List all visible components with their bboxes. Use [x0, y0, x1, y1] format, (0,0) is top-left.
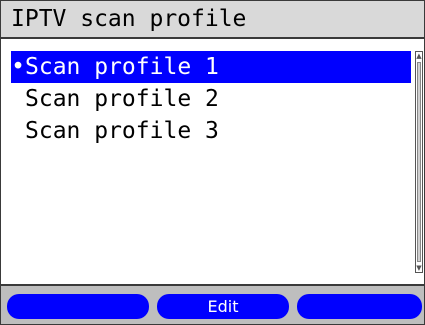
scroll-up-icon[interactable]: ▲	[416, 52, 422, 60]
scrollbar[interactable]: ▲ ▼	[415, 51, 423, 273]
list-item-scan-profile-2[interactable]: Scan profile 2	[11, 83, 411, 115]
edit-softkey-button[interactable]: Edit	[157, 294, 289, 319]
scan-profile-list: •Scan profile 1 Scan profile 2 Scan prof…	[1, 39, 424, 283]
item-marker	[11, 115, 25, 147]
list-item-label: Scan profile 1	[25, 54, 219, 80]
item-marker	[11, 83, 25, 115]
device-screen: IPTV scan profile •Scan profile 1 Scan p…	[0, 0, 425, 325]
softkey-bar: Edit	[1, 284, 424, 324]
left-softkey-button[interactable]	[7, 294, 149, 319]
right-softkey-button[interactable]	[297, 294, 422, 319]
list-item-scan-profile-1[interactable]: •Scan profile 1	[11, 51, 411, 83]
scroll-thumb[interactable]	[417, 62, 421, 262]
list-item-label: Scan profile 3	[25, 118, 219, 144]
active-bullet-icon: •	[11, 54, 25, 80]
list-item-scan-profile-3[interactable]: Scan profile 3	[11, 115, 411, 147]
title-bar: IPTV scan profile	[1, 1, 424, 39]
page-title: IPTV scan profile	[11, 6, 247, 32]
list-item-label: Scan profile 2	[25, 86, 219, 112]
scroll-down-icon[interactable]: ▼	[416, 264, 422, 272]
